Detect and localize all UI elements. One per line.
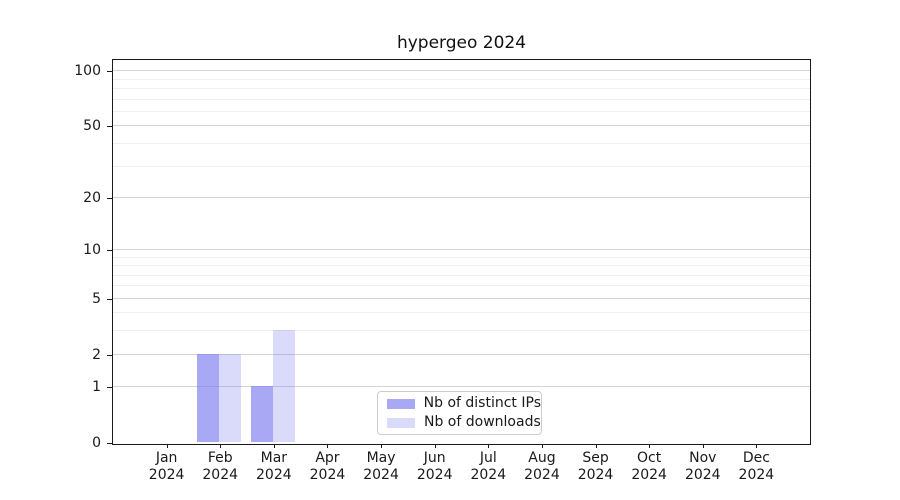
- gridline-minor-y-90: [113, 79, 810, 80]
- y-tick-label-50: 50: [41, 119, 101, 133]
- y-tick-mark-0: [107, 443, 112, 444]
- gridline-minor-y-70: [113, 99, 810, 100]
- legend: Nb of distinct IPs Nb of downloads: [377, 391, 542, 435]
- y-tick-label-0: 0: [41, 436, 101, 450]
- x-tick-label-line: Dec: [716, 450, 796, 467]
- gridline-minor-y-40: [113, 143, 810, 144]
- y-tick-label-1: 1: [41, 380, 101, 394]
- x-tick-mark-sep: [596, 444, 597, 448]
- bar-ips-feb: [197, 354, 219, 442]
- y-tick-mark-2: [107, 355, 112, 356]
- x-tick-mark-mar: [274, 444, 275, 448]
- gridline-major-y-100: [113, 70, 810, 71]
- gridline-minor-y-3: [113, 330, 810, 331]
- y-tick-mark-50: [107, 126, 112, 127]
- x-tick-mark-jul: [488, 444, 489, 448]
- x-tick-mark-dec: [756, 444, 757, 448]
- y-tick-label-20: 20: [41, 191, 101, 205]
- gridline-minor-y-9: [113, 257, 810, 258]
- x-tick-mark-may: [381, 444, 382, 448]
- gridline-minor-y-8: [113, 265, 810, 266]
- x-tick-mark-feb: [220, 444, 221, 448]
- y-tick-mark-20: [107, 198, 112, 199]
- chart-title: hypergeo 2024: [113, 33, 810, 53]
- gridline-major-y-5: [113, 298, 810, 299]
- plot-area: [112, 59, 811, 445]
- x-tick-mark-jun: [435, 444, 436, 448]
- gridline-major-y-50: [113, 125, 810, 126]
- gridline-minor-y-80: [113, 88, 810, 89]
- gridline-major-y-20: [113, 197, 810, 198]
- x-tick-label-dec: Dec2024: [716, 450, 796, 484]
- gridline-minor-y-6: [113, 285, 810, 286]
- y-tick-label-10: 10: [41, 243, 101, 257]
- x-tick-mark-nov: [703, 444, 704, 448]
- y-tick-mark-100: [107, 71, 112, 72]
- bar-ips-mar: [251, 386, 273, 442]
- gridline-minor-y-7: [113, 275, 810, 276]
- y-tick-mark-10: [107, 250, 112, 251]
- y-tick-label-2: 2: [41, 348, 101, 362]
- x-tick-label-line: 2024: [716, 467, 796, 484]
- legend-item-downloads: Nb of downloads: [387, 415, 541, 430]
- y-tick-mark-5: [107, 299, 112, 300]
- legend-item-distinct-ips: Nb of distinct IPs: [387, 396, 541, 411]
- y-tick-label-100: 100: [41, 64, 101, 78]
- bar-downloads-feb: [219, 354, 241, 442]
- x-tick-mark-oct: [649, 444, 650, 448]
- figure: hypergeo 2024 0125102050100Jan2024Feb202…: [0, 0, 900, 500]
- bar-downloads-mar: [273, 330, 295, 442]
- x-tick-mark-jan: [167, 444, 168, 448]
- legend-swatch-downloads: [387, 418, 415, 428]
- x-tick-mark-aug: [542, 444, 543, 448]
- x-tick-mark-apr: [327, 444, 328, 448]
- legend-label-downloads: Nb of downloads: [424, 415, 541, 430]
- y-tick-label-5: 5: [41, 292, 101, 306]
- gridline-minor-y-60: [113, 111, 810, 112]
- legend-swatch-distinct-ips: [387, 399, 415, 409]
- gridline-minor-y-4: [113, 312, 810, 313]
- gridline-major-y-10: [113, 249, 810, 250]
- gridline-minor-y-30: [113, 166, 810, 167]
- y-tick-mark-1: [107, 387, 112, 388]
- legend-label-distinct-ips: Nb of distinct IPs: [424, 396, 541, 411]
